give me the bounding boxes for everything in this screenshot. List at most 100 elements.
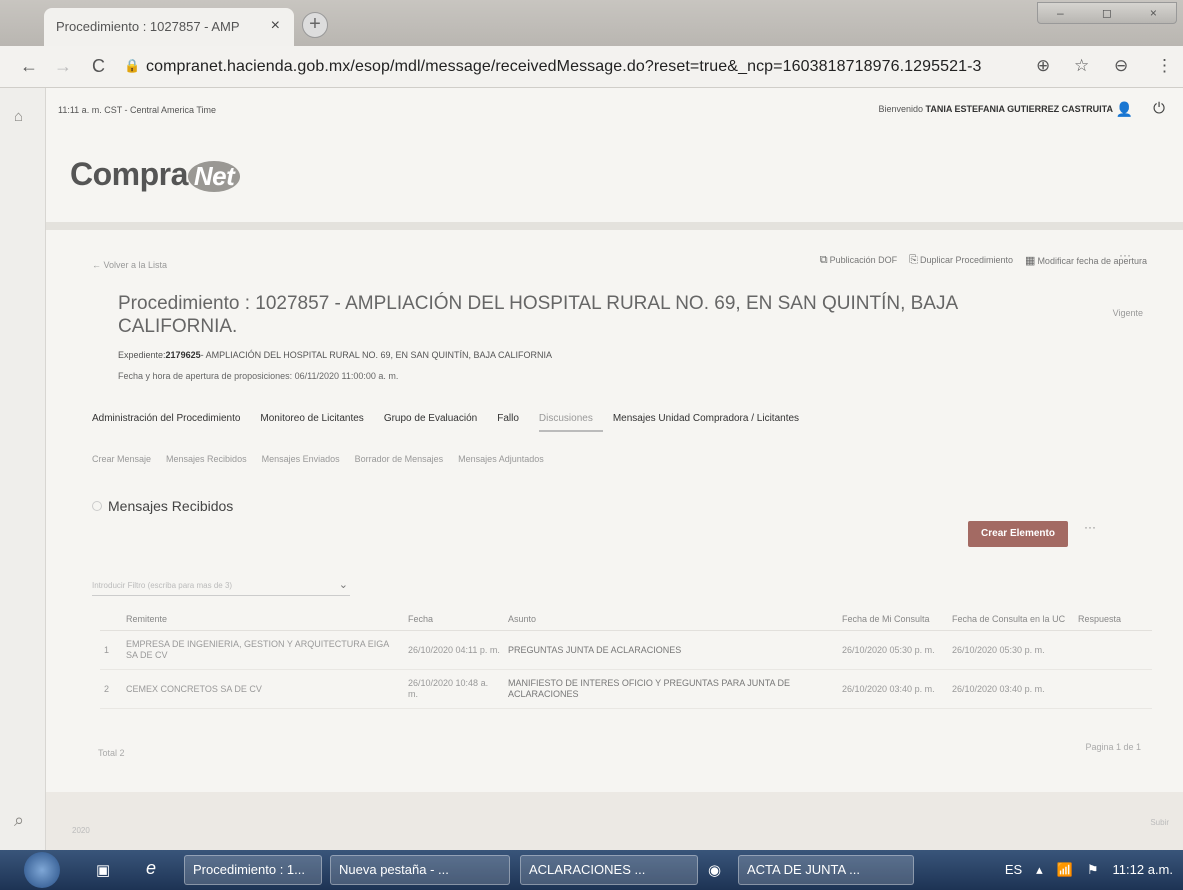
taskbar-clock[interactable]: 11:12 a.m. <box>1113 862 1173 878</box>
publicacion-dof-label: Publicación DOF <box>829 255 898 265</box>
media-player-icon[interactable]: ◉ <box>708 861 721 879</box>
subtab-borrador[interactable]: Borrador de Mensajes <box>355 454 444 464</box>
lock-icon: 🔒 <box>124 58 141 73</box>
logo-text: Compra <box>70 156 188 192</box>
flag-icon[interactable]: ⚑ <box>1087 862 1099 878</box>
new-tab-button[interactable]: + <box>302 12 328 38</box>
account-icon[interactable]: ⊖ <box>1114 56 1128 76</box>
table-row[interactable]: 2 CEMEX CONCRETOS SA DE CV 26/10/2020 10… <box>100 669 1152 709</box>
chevron-down-icon[interactable]: ⌄ <box>339 578 348 591</box>
compranet-logo: Compra Net <box>70 156 241 193</box>
more-actions-icon[interactable]: ··· <box>1119 248 1131 262</box>
expediente-desc: - AMPLIACIÓN DEL HOSPITAL RURAL NO. 69, … <box>200 350 553 360</box>
col-respuesta[interactable]: Respuesta <box>1074 608 1152 631</box>
url-field[interactable]: compranet.hacienda.gob.mx/esop/mdl/messa… <box>146 58 982 76</box>
col-consulta-uc[interactable]: Fecha de Consulta en la UC <box>948 608 1074 631</box>
section-icon <box>92 501 102 511</box>
total-count: Total 2 <box>98 748 125 758</box>
window-controls: – ◻ × <box>1037 2 1177 24</box>
scroll-top-link[interactable]: Subir <box>1150 818 1169 827</box>
publicacion-dof-button[interactable]: ⧉ Publicación DOF <box>820 254 897 267</box>
section-title-text: Mensajes Recibidos <box>108 498 234 514</box>
messages-table: Remitente Fecha Asunto Fecha de Mi Consu… <box>100 608 1152 709</box>
back-icon[interactable]: ← <box>20 56 38 77</box>
bookmark-star-icon[interactable]: ☆ <box>1074 56 1089 76</box>
section-title: Mensajes Recibidos <box>92 498 233 514</box>
zoom-icon[interactable]: ⊕ <box>1036 56 1050 76</box>
tab-discusiones[interactable]: Discusiones <box>538 413 603 432</box>
tab-administracion[interactable]: Administración del Procedimiento <box>92 413 250 432</box>
logo-net: Net <box>187 161 241 192</box>
procedure-title: Procedimiento : 1027857 - AMPLIACIÓN DEL… <box>118 293 958 337</box>
row-respuesta <box>1074 630 1152 670</box>
network-icon[interactable]: 📶 <box>1057 862 1073 878</box>
dof-icon: ⧉ <box>819 254 828 266</box>
col-fecha[interactable]: Fecha <box>404 608 504 631</box>
col-asunto[interactable]: Asunto <box>504 608 838 631</box>
home-icon[interactable]: ⌂ <box>14 108 23 125</box>
row-fecha: 26/10/2020 04:11 p. m. <box>404 630 504 670</box>
top-line: 11:11 a. m. CST - Central America Time B… <box>46 88 1183 128</box>
back-label: Volver a la Lista <box>103 260 168 270</box>
subtab-mensajes-enviados[interactable]: Mensajes Enviados <box>262 454 340 464</box>
tab-monitoreo[interactable]: Monitoreo de Licitantes <box>260 413 373 432</box>
address-bar: ← → C 🔒 compranet.hacienda.gob.mx/esop/m… <box>0 46 1183 88</box>
tab-fallo[interactable]: Fallo <box>497 413 529 432</box>
browser-tab[interactable]: Procedimiento : 1027857 - AMP × <box>44 8 294 46</box>
tab-title: Procedimiento : 1027857 - AMP <box>56 19 240 34</box>
system-tray: ES ▴ 📶 ⚑ 11:12 a.m. <box>1005 862 1173 878</box>
main-tabs: Administración del Procedimiento Monitor… <box>92 413 819 432</box>
table-row[interactable]: 1 EMPRESA DE INGENIERIA, GESTION Y ARQUI… <box>100 630 1152 670</box>
col-remitente[interactable]: Remitente <box>122 608 404 631</box>
row-number: 2 <box>100 669 122 709</box>
close-window-icon[interactable]: × <box>1150 6 1157 20</box>
page: 11:11 a. m. CST - Central America Time B… <box>46 88 1183 850</box>
subtab-crear-mensaje[interactable]: Crear Mensaje <box>92 454 151 464</box>
row-asunto-link[interactable]: MANIFIESTO DE INTERES OFICIO Y PREGUNTAS… <box>504 669 838 709</box>
row-asunto-link[interactable]: PREGUNTAS JUNTA DE ACLARACIONES <box>504 630 838 670</box>
row-remitente: CEMEX CONCRETOS SA DE CV <box>122 669 404 709</box>
browser-menu-icon[interactable]: ⋮ <box>1156 56 1173 76</box>
col-mi-consulta[interactable]: Fecha de Mi Consulta <box>838 608 948 631</box>
tab-grupo-evaluacion[interactable]: Grupo de Evaluación <box>384 413 487 432</box>
back-arrow-icon: ← <box>92 260 101 270</box>
timezone-label: 11:11 a. m. CST - Central America Time <box>58 105 217 115</box>
welcome-text: Bienvenido TANIA ESTEFANIA GUTIERREZ CAS… <box>878 104 1113 114</box>
taskbar-item-nueva-pestana[interactable]: Nueva pestaña - ... <box>330 855 510 885</box>
close-tab-icon[interactable]: × <box>271 17 280 35</box>
subtab-mensajes-recibidos[interactable]: Mensajes Recibidos <box>166 454 247 464</box>
back-to-list-link[interactable]: ← Volver a la Lista <box>92 260 167 270</box>
row-remitente: EMPRESA DE INGENIERIA, GESTION Y ARQUITE… <box>122 630 404 670</box>
expediente-number[interactable]: 2179625 <box>166 350 201 360</box>
tray-expand-icon[interactable]: ▴ <box>1036 862 1043 878</box>
taskbar-item-procedimiento[interactable]: Procedimiento : 1... <box>184 855 322 885</box>
minimize-icon[interactable]: – <box>1057 6 1064 20</box>
more-options-icon[interactable]: ··· <box>1084 520 1096 534</box>
row-mi-consulta: 26/10/2020 03:40 p. m. <box>838 669 948 709</box>
user-icon[interactable]: 👤 <box>1116 101 1133 118</box>
row-number: 1 <box>100 630 122 670</box>
subtab-adjuntados[interactable]: Mensajes Adjuntados <box>458 454 544 464</box>
search-icon[interactable]: ⌕ <box>14 810 24 831</box>
user-name: TANIA ESTEFANIA GUTIERREZ CASTRUITA <box>925 104 1114 114</box>
language-indicator[interactable]: ES <box>1005 862 1022 878</box>
ie-icon[interactable]: e <box>146 858 156 879</box>
maximize-icon[interactable]: ◻ <box>1102 6 1112 20</box>
row-consulta-uc: 26/10/2020 05:30 p. m. <box>948 630 1074 670</box>
start-button[interactable] <box>24 852 60 888</box>
power-icon[interactable]: ⏻ <box>1153 100 1165 117</box>
windows-taskbar: ▣ e Procedimiento : 1... Nueva pestaña -… <box>0 850 1183 890</box>
tab-mensajes-unidad[interactable]: Mensajes Unidad Compradora / Licitantes <box>613 413 809 432</box>
sub-tabs: Crear Mensaje Mensajes Recibidos Mensaje… <box>92 454 559 464</box>
footer: 2020 Subir <box>46 792 1183 850</box>
filter-input[interactable]: Introducir Filtro (escriba para mas de 3… <box>92 576 350 596</box>
row-respuesta <box>1074 669 1152 709</box>
duplicar-button[interactable]: ⎘ Duplicar Procedimiento <box>909 254 1013 267</box>
taskbar-item-acta-junta[interactable]: ACTA DE JUNTA ... <box>738 855 914 885</box>
expediente-line: Expediente:2179625- AMPLIACIÓN DEL HOSPI… <box>118 350 552 360</box>
taskbar-item-aclaraciones[interactable]: ACLARACIONES ... <box>520 855 698 885</box>
create-element-button[interactable]: Crear Elemento <box>968 521 1068 547</box>
forward-icon[interactable]: → <box>54 56 72 77</box>
show-desktop-icon[interactable]: ▣ <box>96 861 110 879</box>
reload-icon[interactable]: C <box>92 56 105 77</box>
